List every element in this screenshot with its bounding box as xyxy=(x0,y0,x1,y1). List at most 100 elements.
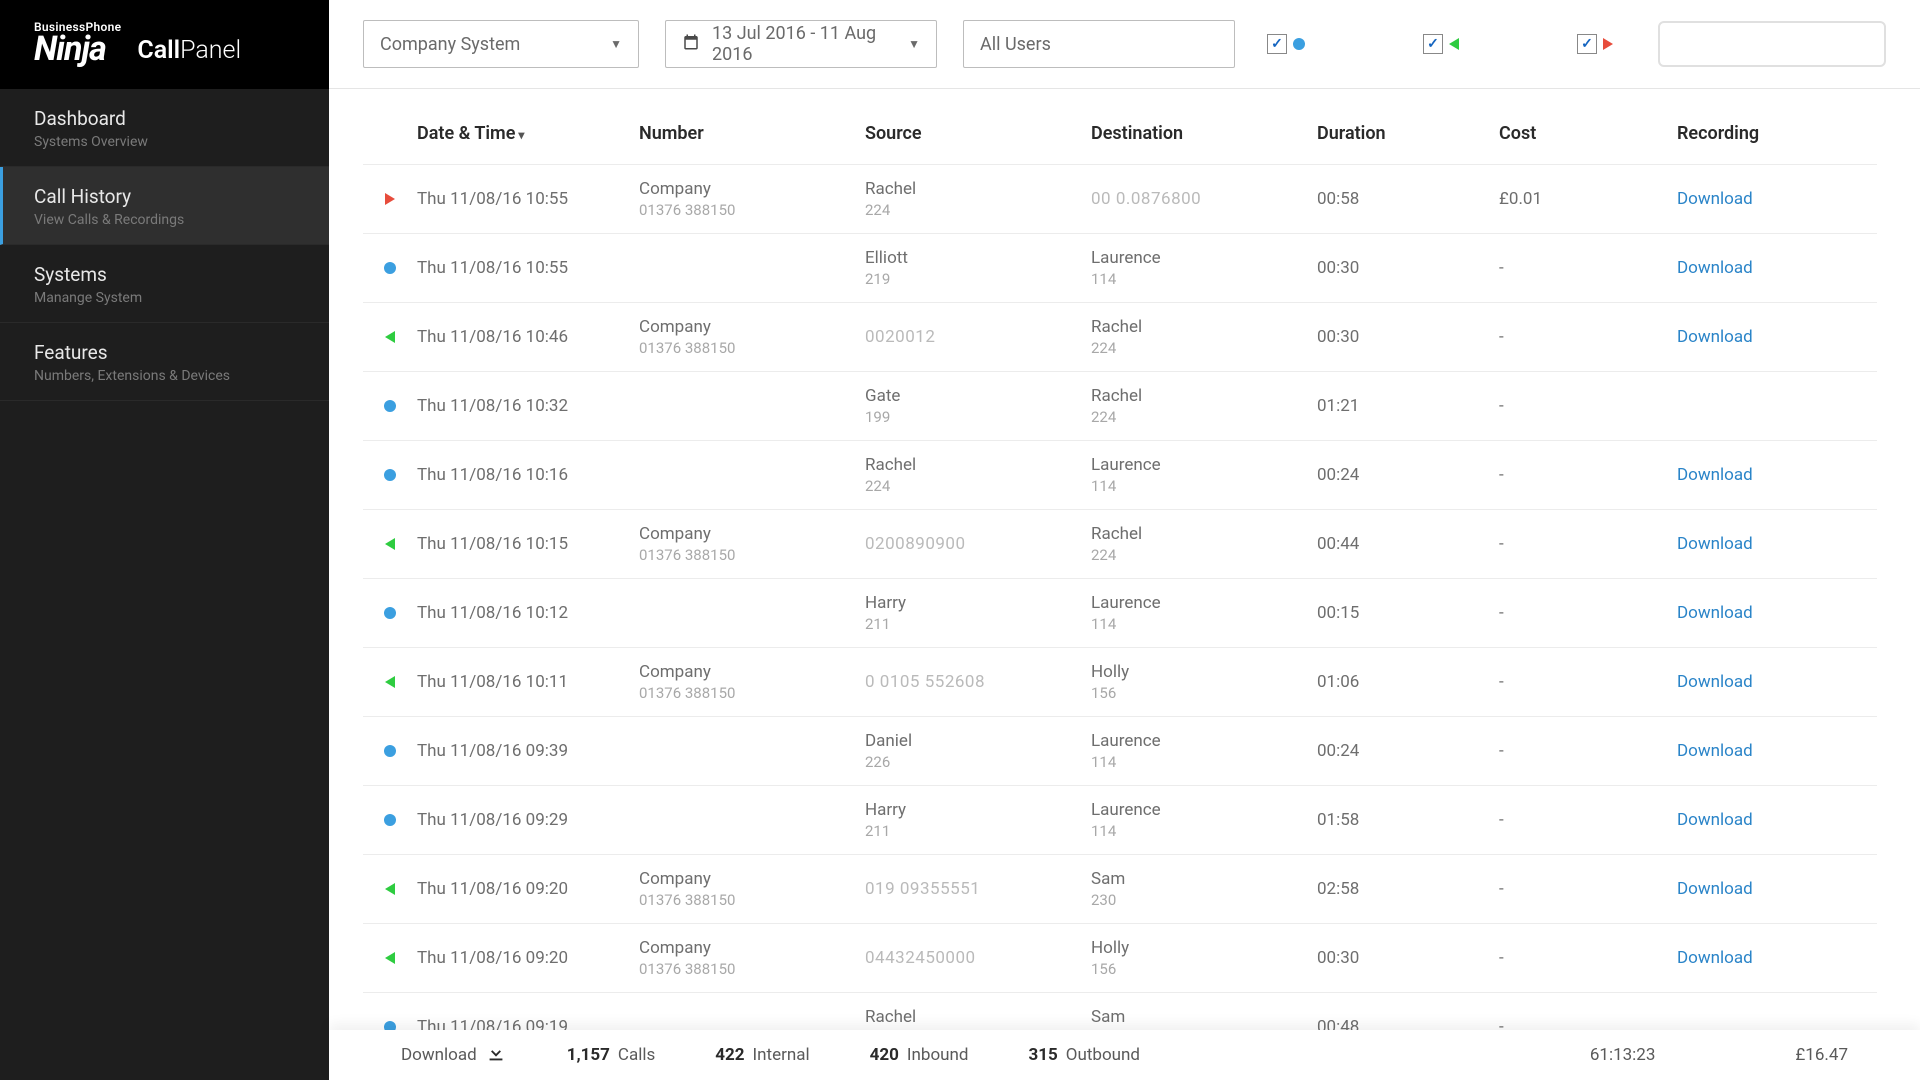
logo-area: BusinessPhone Ninja CallPanel xyxy=(0,0,329,89)
cell-destination: Laurence114 xyxy=(1091,717,1317,785)
internal-dot-icon xyxy=(384,745,396,757)
chevron-down-icon: ▼ xyxy=(610,37,622,51)
cell-destination: Holly156 xyxy=(1091,924,1317,992)
nav-sublabel: Systems Overview xyxy=(34,134,299,150)
filter-internal[interactable]: ✓ xyxy=(1267,34,1305,54)
cell-destination: Rachel224 xyxy=(1091,372,1317,440)
cell-datetime: Thu 11/08/16 10:15 xyxy=(417,510,639,578)
users-select[interactable]: All Users xyxy=(963,20,1235,68)
cell-number xyxy=(639,372,865,440)
download-link[interactable]: Download xyxy=(1677,327,1873,347)
sidebar-item-features[interactable]: FeaturesNumbers, Extensions & Devices xyxy=(0,323,329,401)
cell-number: Company01376 388150 xyxy=(639,510,865,578)
cell-source: Gate199 xyxy=(865,372,1091,440)
cell-number xyxy=(639,441,865,509)
checkbox-icon[interactable]: ✓ xyxy=(1267,34,1287,54)
cell-duration: 02:58 xyxy=(1317,855,1499,923)
logo-title: CallPanel xyxy=(137,36,241,65)
cell-duration: 00:58 xyxy=(1317,165,1499,233)
download-link[interactable]: Download xyxy=(1677,258,1873,278)
cell-cost: - xyxy=(1499,234,1677,302)
cell-duration: 00:15 xyxy=(1317,579,1499,647)
cell-source: 019 09355551 xyxy=(865,855,1091,923)
cell-datetime: Thu 11/08/16 10:55 xyxy=(417,165,639,233)
cell-number: Company01376 388150 xyxy=(639,924,865,992)
col-cost[interactable]: Cost xyxy=(1499,123,1677,164)
col-recording[interactable]: Recording xyxy=(1677,123,1877,164)
download-link[interactable]: Download xyxy=(1677,948,1873,968)
col-destination[interactable]: Destination xyxy=(1091,123,1317,164)
footer-cost: £16.47 xyxy=(1795,1045,1848,1065)
cell-recording[interactable]: Download xyxy=(1677,234,1877,302)
cell-recording[interactable]: Download xyxy=(1677,717,1877,785)
call-type-icon xyxy=(363,648,417,716)
sidebar-item-systems[interactable]: SystemsManange System xyxy=(0,245,329,323)
download-link[interactable]: Download xyxy=(1677,879,1873,899)
cell-duration: 01:58 xyxy=(1317,786,1499,854)
cell-cost: - xyxy=(1499,441,1677,509)
internal-dot-icon xyxy=(384,607,396,619)
inbound-arrow-icon xyxy=(385,676,395,688)
checkbox-icon[interactable]: ✓ xyxy=(1577,34,1597,54)
company-select[interactable]: Company System ▼ xyxy=(363,20,639,68)
cell-duration: 00:24 xyxy=(1317,441,1499,509)
checkbox-icon[interactable]: ✓ xyxy=(1423,34,1443,54)
cell-recording[interactable]: Download xyxy=(1677,579,1877,647)
inbound-arrow-icon xyxy=(385,952,395,964)
cell-source: Harry211 xyxy=(865,579,1091,647)
col-datetime[interactable]: Date & Time xyxy=(417,123,639,164)
cell-recording[interactable]: Download xyxy=(1677,924,1877,992)
col-duration[interactable]: Duration xyxy=(1317,123,1499,164)
sidebar-item-call-history[interactable]: Call HistoryView Calls & Recordings xyxy=(0,167,329,245)
download-link[interactable]: Download xyxy=(1677,672,1873,692)
call-type-icon xyxy=(363,234,417,302)
cell-recording xyxy=(1677,372,1877,440)
call-type-icon xyxy=(363,165,417,233)
inbound-arrow-icon xyxy=(1449,38,1459,50)
cell-recording[interactable]: Download xyxy=(1677,855,1877,923)
cell-destination: Laurence114 xyxy=(1091,234,1317,302)
inbound-arrow-icon xyxy=(385,883,395,895)
cell-cost: - xyxy=(1499,855,1677,923)
footer-download[interactable]: Download xyxy=(401,1042,507,1069)
cell-recording[interactable]: Download xyxy=(1677,165,1877,233)
cell-number: Company01376 388150 xyxy=(639,648,865,716)
cell-recording[interactable]: Download xyxy=(1677,303,1877,371)
cell-duration: 00:24 xyxy=(1317,717,1499,785)
col-source[interactable]: Source xyxy=(865,123,1091,164)
cell-destination: Holly156 xyxy=(1091,648,1317,716)
cell-cost: - xyxy=(1499,510,1677,578)
download-link[interactable]: Download xyxy=(1677,810,1873,830)
call-type-icon xyxy=(363,717,417,785)
cell-destination: Rachel224 xyxy=(1091,303,1317,371)
cell-destination: Laurence114 xyxy=(1091,441,1317,509)
cell-recording[interactable]: Download xyxy=(1677,510,1877,578)
sidebar-item-dashboard[interactable]: DashboardSystems Overview xyxy=(0,89,329,167)
call-type-icon xyxy=(363,786,417,854)
chevron-down-icon: ▼ xyxy=(908,37,920,51)
download-link[interactable]: Download xyxy=(1677,603,1873,623)
search-input[interactable] xyxy=(1658,21,1886,67)
download-link[interactable]: Download xyxy=(1677,465,1873,485)
cell-recording[interactable]: Download xyxy=(1677,786,1877,854)
download-link[interactable]: Download xyxy=(1677,189,1873,209)
cell-cost: - xyxy=(1499,786,1677,854)
cell-datetime: Thu 11/08/16 10:55 xyxy=(417,234,639,302)
call-type-icon xyxy=(363,372,417,440)
inbound-arrow-icon xyxy=(385,331,395,343)
filter-inbound[interactable]: ✓ xyxy=(1423,34,1459,54)
cell-source: 04432450000 xyxy=(865,924,1091,992)
calendar-icon xyxy=(682,33,700,56)
cell-source: Harry211 xyxy=(865,786,1091,854)
cell-recording[interactable]: Download xyxy=(1677,441,1877,509)
call-table: Date & Time Number Source Destination Du… xyxy=(363,123,1886,1036)
col-number[interactable]: Number xyxy=(639,123,865,164)
cell-recording[interactable]: Download xyxy=(1677,648,1877,716)
filter-outbound[interactable]: ✓ xyxy=(1577,34,1613,54)
date-range-select[interactable]: 13 Jul 2016 - 11 Aug 2016 ▼ xyxy=(665,20,937,68)
download-link[interactable]: Download xyxy=(1677,534,1873,554)
nav-sublabel: Numbers, Extensions & Devices xyxy=(34,368,299,384)
cell-number xyxy=(639,579,865,647)
cell-destination: Sam230 xyxy=(1091,855,1317,923)
download-link[interactable]: Download xyxy=(1677,741,1873,761)
